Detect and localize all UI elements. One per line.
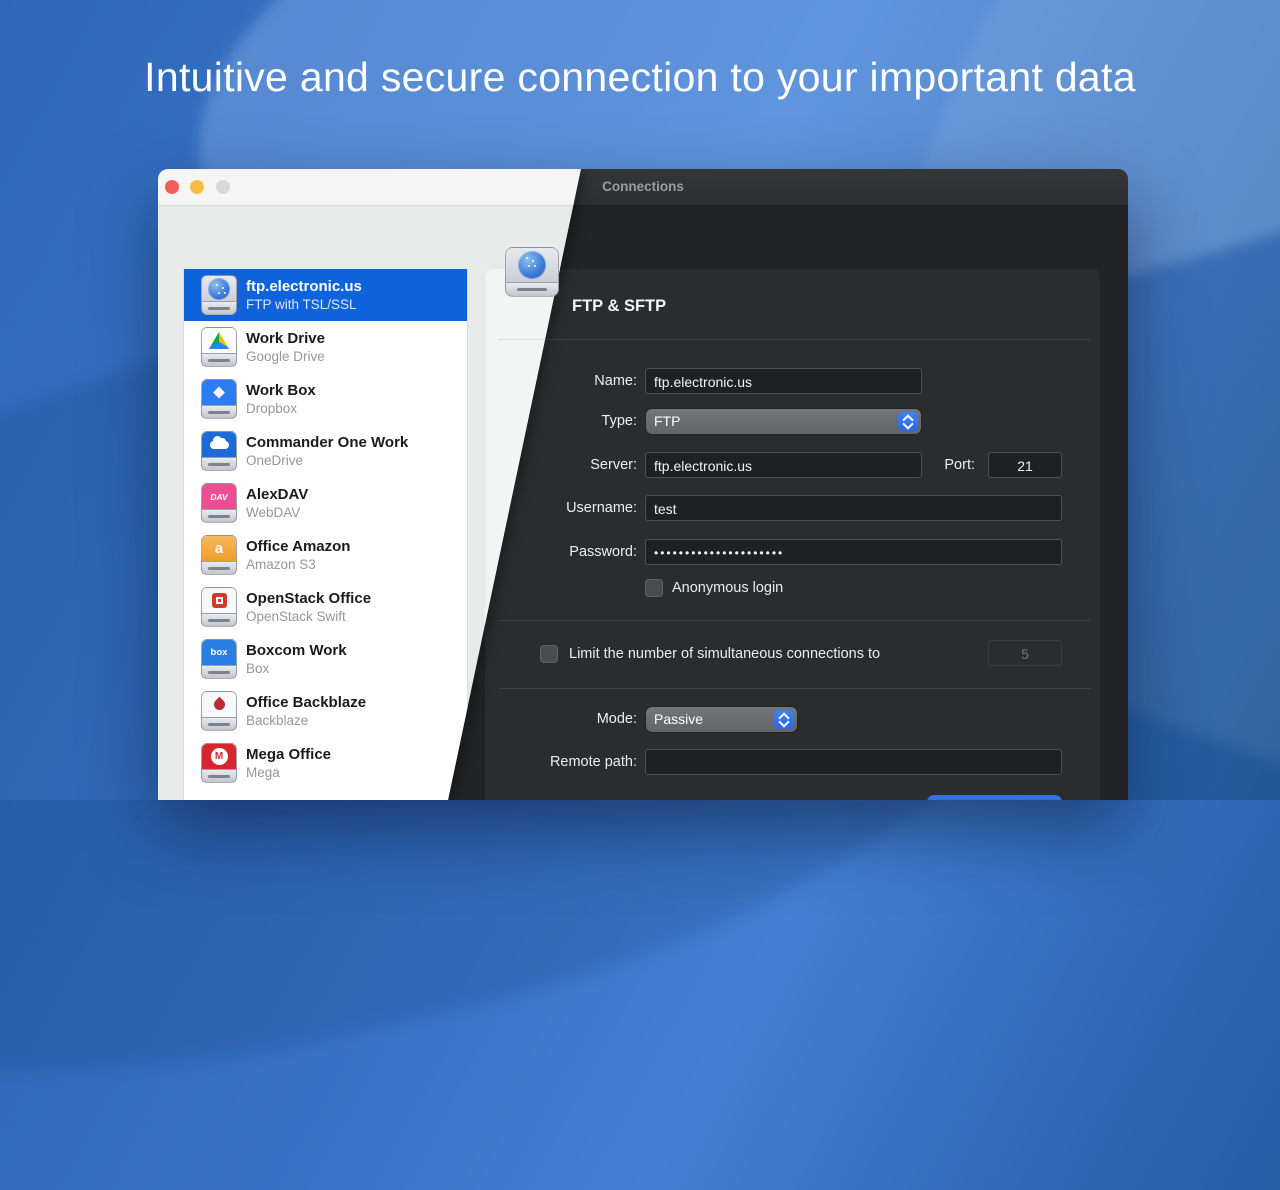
google-drive-icon: [201, 327, 237, 367]
cloud-icon: [210, 441, 229, 449]
openstack-icon: [201, 587, 237, 627]
sidebar-item-openstack[interactable]: OpenStack Office OpenStack Swift: [184, 581, 467, 633]
sidebar-item-webdav[interactable]: DAV AlexDAV WebDAV: [184, 477, 467, 529]
connections-window: Connections FTP & SFTP Name: ftp.electro…: [158, 169, 1128, 800]
sidebar-item-ftp[interactable]: ftp.electronic.us FTP with TSL/SSL: [184, 269, 467, 321]
settings-panel-light: [485, 269, 1100, 800]
backblaze-icon: [201, 691, 237, 731]
separator: [499, 339, 1091, 340]
sidebar-item-amazon-s3[interactable]: a Office Amazon Amazon S3: [184, 529, 467, 581]
window-content-light: ftp.electronic.us FTP with TSL/SSL Work …: [158, 206, 1128, 800]
globe-icon: [518, 251, 546, 279]
connections-sidebar: ftp.electronic.us FTP with TSL/SSL Work …: [183, 269, 468, 800]
minimize-button[interactable]: [190, 180, 204, 194]
flame-icon: [211, 697, 227, 713]
titlebar-light[interactable]: [158, 169, 1128, 206]
amazon-s3-icon: a: [201, 535, 237, 575]
close-button[interactable]: [165, 180, 179, 194]
google-drive-triangle-icon: [209, 332, 229, 349]
dropbox-icon: ❖: [201, 379, 237, 419]
mega-m-icon: M: [211, 748, 228, 765]
sidebar-item-backblaze[interactable]: Office Backblaze Backblaze: [184, 685, 467, 737]
sidebar-item-onedrive[interactable]: Commander One Work OneDrive: [184, 425, 467, 477]
light-mode-wrap: ftp.electronic.us FTP with TSL/SSL Work …: [158, 169, 1128, 800]
globe-icon: [208, 278, 230, 300]
mega-icon: M: [201, 743, 237, 783]
sidebar-item-dropbox[interactable]: ❖ Work Box Dropbox: [184, 373, 467, 425]
light-mode-layer: ftp.electronic.us FTP with TSL/SSL Work …: [158, 169, 1128, 800]
marketing-headline: Intuitive and secure connection to your …: [0, 54, 1280, 101]
ftp-drive-icon: [201, 275, 237, 315]
webdav-icon: DAV: [201, 483, 237, 523]
openstack-square-icon: [212, 593, 227, 608]
sidebar-item-box[interactable]: box Boxcom Work Box: [184, 633, 467, 685]
sidebar-item-google-drive[interactable]: Work Drive Google Drive: [184, 321, 467, 373]
box-icon: box: [201, 639, 237, 679]
zoom-button[interactable]: [216, 180, 230, 194]
ftp-sftp-drive-icon: [505, 247, 559, 297]
onedrive-icon: [201, 431, 237, 471]
sidebar-item-mega[interactable]: M Mega Office Mega: [184, 737, 467, 789]
